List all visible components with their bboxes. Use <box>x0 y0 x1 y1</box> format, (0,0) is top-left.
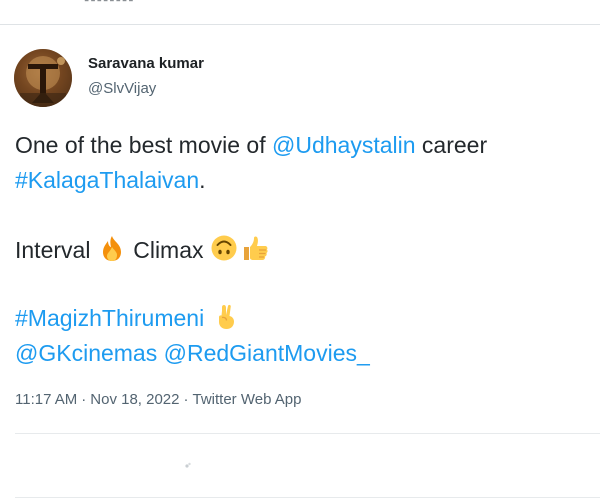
top-divider <box>0 24 600 25</box>
tweet-line-4: #MagizhThirumeni <box>15 301 595 336</box>
tweet-text-segment: career <box>415 132 488 158</box>
previous-content-fragment: ▪▪▪▪▪▪▪▪ <box>84 0 160 9</box>
tweet-text-segment: Interval <box>15 237 91 263</box>
crossed-fingers-icon <box>218 304 234 329</box>
tweet-line-5: @GKcinemas @RedGiantMovies_ <box>15 336 595 371</box>
bottom-divider <box>15 497 600 498</box>
author-handle[interactable]: @SlvVijay <box>88 80 156 97</box>
tweet-source[interactable]: Twitter Web App <box>193 391 302 408</box>
mention-gkcinemas[interactable]: @GKcinemas <box>15 340 157 366</box>
tweet-text: One of the best movie of @Udhaystalin ca… <box>15 128 595 371</box>
tweet-line-1: One of the best movie of @Udhaystalin ca… <box>15 128 595 163</box>
tweet-metadata: 11:17 AM · Nov 18, 2022 · Twitter Web App <box>15 391 301 408</box>
tweet-text-segment: One of the best movie of <box>15 132 272 158</box>
tweet-screenshot: ▪▪▪▪▪▪▪▪ Saravana kumar @SlvVijay One of… <box>0 0 600 500</box>
tweet-line-3: Interval Climax <box>15 233 595 268</box>
tweet-time[interactable]: 11:17 AM <box>15 391 77 408</box>
meta-separator: · <box>183 391 189 408</box>
meta-separator: · <box>81 391 87 408</box>
mention-udhaystalin[interactable]: @Udhaystalin <box>272 132 416 158</box>
thumbs-up-icon <box>243 236 268 260</box>
fire-icon <box>102 236 121 261</box>
hashtag-kalagathalaivan[interactable]: #KalagaThalaivan <box>15 167 199 193</box>
mention-redgiantmovies[interactable]: @RedGiantMovies_ <box>164 340 370 366</box>
avatar[interactable] <box>14 49 72 107</box>
faint-mark-icon <box>185 462 191 468</box>
author-display-name[interactable]: Saravana kumar <box>88 55 204 72</box>
upside-down-face-icon <box>211 235 237 261</box>
previous-content-glyphs: ▪▪▪▪▪▪▪▪ <box>84 0 160 8</box>
tweet-text-segment: Climax <box>133 237 204 263</box>
hashtag-magizhthirumeni[interactable]: #MagizhThirumeni <box>15 305 204 331</box>
tweet-text-segment: . <box>199 167 206 193</box>
tweet-line-2: #KalagaThalaivan. <box>15 163 595 198</box>
metadata-divider <box>15 433 600 434</box>
tweet-date[interactable]: Nov 18, 2022 <box>90 391 179 408</box>
avatar-image <box>14 49 72 107</box>
